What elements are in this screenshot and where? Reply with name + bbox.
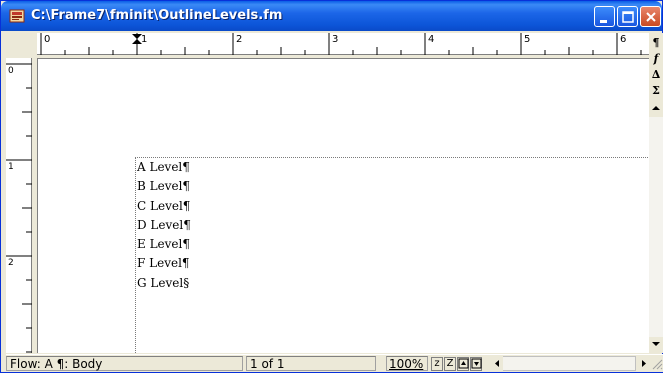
paragraph-g[interactable]: G Level§	[137, 274, 191, 293]
framemaker-icon[interactable]	[9, 8, 25, 24]
flow-tag-status: Flow: A ¶: Body	[6, 356, 243, 371]
vruler-ticks	[6, 63, 32, 353]
paragraph-f[interactable]: F Level¶	[137, 254, 191, 273]
vruler-num-0: 0	[8, 66, 14, 76]
close-button[interactable]	[640, 6, 661, 27]
ruler-num-3: 3	[332, 34, 339, 45]
document-canvas[interactable]: A Level¶ B Level¶ C Level¶ D Level¶ E Le…	[37, 58, 649, 353]
paragraph-d[interactable]: D Level¶	[137, 216, 191, 235]
text-frame[interactable]: A Level¶ B Level¶ C Level¶ D Level¶ E Le…	[137, 158, 191, 293]
text-frame-top-border	[135, 157, 649, 158]
minimize-button[interactable]	[594, 6, 615, 27]
resize-grip-icon[interactable]	[651, 357, 663, 371]
ruler-num-5: 5	[524, 34, 531, 45]
title-bar[interactable]: C:\Frame7\fminit\OutlineLevels.fm	[1, 1, 662, 31]
ruler-num-6: 6	[620, 34, 627, 45]
vertical-ruler[interactable]: 0 1 2	[6, 58, 32, 353]
indent-marker-icon[interactable]	[131, 33, 143, 45]
vertical-scroll-track[interactable]	[649, 117, 663, 337]
horizontal-ruler[interactable]: 0 1 2 3 4 5 6	[37, 33, 649, 55]
equations-icon[interactable]: Σ	[649, 85, 663, 97]
ruler-corner	[6, 33, 37, 55]
app-window: C:\Frame7\fminit\OutlineLevels.fm 0 1 2 …	[0, 0, 663, 373]
paragraph-b[interactable]: B Level¶	[137, 177, 191, 196]
maximize-button[interactable]	[617, 6, 638, 27]
vruler-num-1: 1	[8, 162, 14, 172]
zoom-out-button[interactable]: z	[431, 357, 443, 371]
status-bar: Flow: A ¶: Body 1 of 1 100% z Z	[6, 354, 663, 372]
scroll-down-button[interactable]	[649, 337, 663, 351]
scroll-right-button[interactable]	[637, 356, 651, 371]
paragraph-c[interactable]: C Level¶	[137, 197, 191, 216]
paragraph-e[interactable]: E Level¶	[137, 235, 191, 254]
scroll-up-button[interactable]	[649, 101, 663, 115]
ruler-ticks	[40, 33, 642, 55]
text-frame-left-border	[135, 157, 136, 353]
zoom-level[interactable]: 100%	[386, 356, 428, 371]
prev-page-icon[interactable]	[457, 357, 469, 371]
paragraph-a[interactable]: A Level¶	[137, 158, 191, 177]
character-catalog-icon[interactable]: f	[649, 53, 663, 65]
vruler-num-2: 2	[8, 258, 14, 268]
scroll-left-button[interactable]	[491, 356, 503, 371]
zoom-in-button[interactable]: Z	[444, 357, 456, 371]
paragraph-catalog-icon[interactable]: ¶	[649, 37, 663, 49]
horizontal-scroll-track[interactable]	[491, 356, 636, 371]
ruler-num-4: 4	[428, 34, 435, 45]
page-status[interactable]: 1 of 1	[246, 356, 376, 371]
ruler-num-2: 2	[236, 34, 243, 45]
graphics-toolbar-icon[interactable]: ∆	[649, 69, 663, 81]
next-page-icon[interactable]	[470, 357, 482, 371]
window-title: C:\Frame7\fminit\OutlineLevels.fm	[31, 8, 283, 23]
ruler-num-0: 0	[44, 34, 51, 45]
